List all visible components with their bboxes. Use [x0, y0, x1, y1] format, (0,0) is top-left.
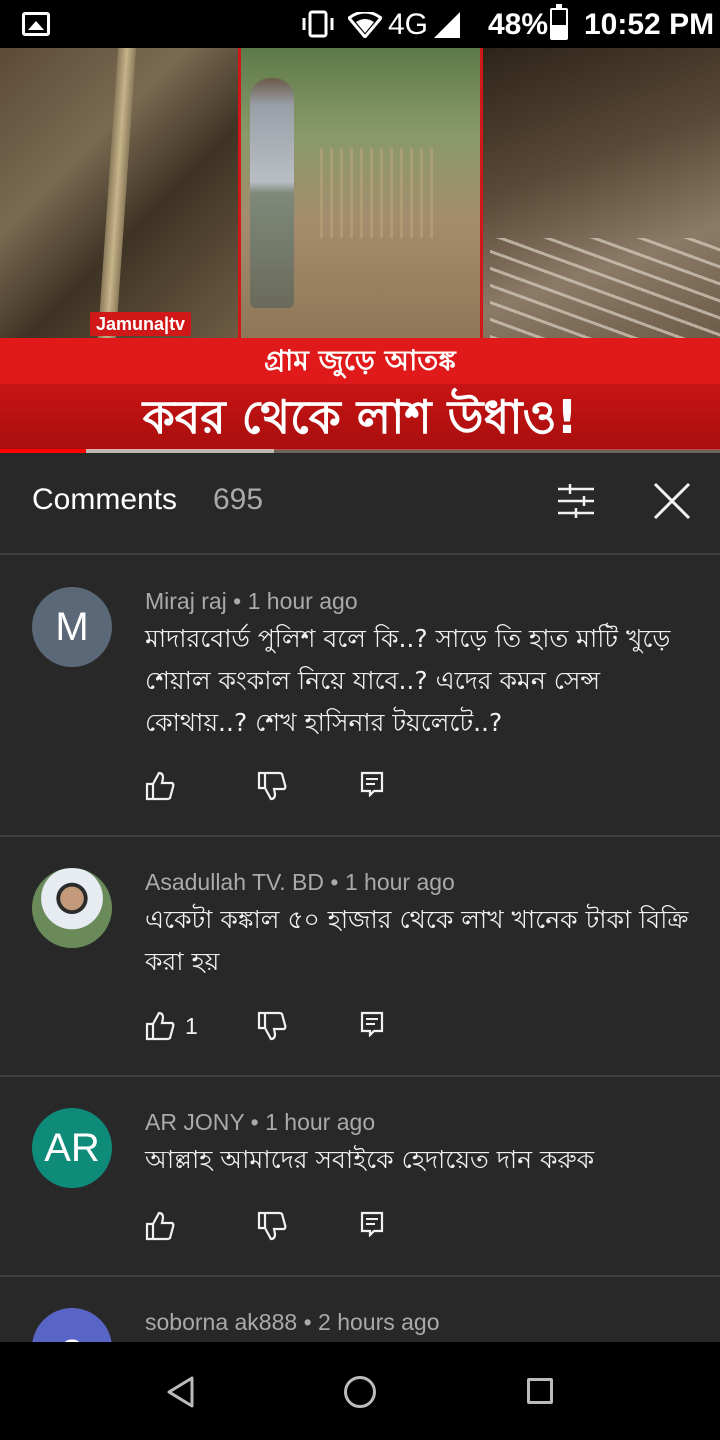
headline-big: কবর থেকে লাশ উধাও! — [0, 384, 720, 450]
comments-count: 695 — [213, 483, 264, 516]
comment-item: M Miraj raj • 1 hour ago মাদারবোর্ড পুলি… — [0, 557, 720, 837]
navigation-bar — [0, 1342, 720, 1440]
person-figure — [250, 78, 294, 308]
channel-logo: Jamuna|tv — [90, 312, 192, 336]
avatar[interactable]: s — [32, 1308, 112, 1342]
comment-meta: Miraj raj • 1 hour ago — [145, 588, 358, 614]
comment-time: 1 hour ago — [247, 588, 358, 614]
reply-icon[interactable] — [360, 1211, 384, 1237]
dislike-icon[interactable] — [257, 1011, 287, 1041]
comment-meta: AR JONY • 1 hour ago — [145, 1109, 376, 1135]
comment-actions — [145, 771, 445, 803]
gallery-icon — [22, 12, 50, 36]
comment-author[interactable]: AR JONY — [145, 1109, 244, 1135]
comment-author[interactable]: Asadullah TV. BD — [145, 869, 324, 895]
comment-item: Asadullah TV. BD • 1 hour ago একেটা কঙ্ক… — [0, 837, 720, 1077]
close-icon[interactable] — [652, 481, 692, 521]
avatar[interactable] — [32, 868, 112, 948]
comment-meta: Asadullah TV. BD • 1 hour ago — [145, 869, 455, 895]
comment-text: মাদারবোর্ড পুলিশ বলে কি..? সাড়ে তি হাত … — [145, 624, 671, 737]
headline-small: গ্রাম জুড়ে আতঙ্ক — [0, 338, 720, 384]
status-bar: 4G 48% 10:52 PM — [0, 0, 720, 48]
sort-filter-icon[interactable] — [556, 481, 596, 521]
battery-percent: 48% — [488, 8, 549, 41]
fence — [320, 148, 440, 238]
comment-author[interactable]: soborna ak888 — [145, 1309, 297, 1335]
battery-icon — [550, 4, 568, 40]
vibrate-icon — [302, 10, 334, 38]
dislike-icon[interactable] — [257, 1211, 287, 1241]
comment-text: আল্লাহ আমাদের সবাইকে হেদায়েত দান করুক — [145, 1145, 595, 1174]
comment-item: s soborna ak888 • 2 hours ago — [0, 1277, 720, 1342]
comment-time: 1 hour ago — [344, 869, 455, 895]
comment-author[interactable]: Miraj raj — [145, 588, 227, 614]
signal-icon — [434, 12, 460, 38]
sticks — [490, 238, 720, 338]
like-icon[interactable] — [145, 771, 175, 801]
like-icon[interactable] — [145, 1211, 175, 1241]
comment-time: 1 hour ago — [265, 1109, 376, 1135]
comments-title: Comments — [32, 483, 178, 516]
home-icon[interactable] — [344, 1376, 376, 1408]
network-type: 4G — [388, 8, 429, 41]
comment-actions — [145, 1211, 445, 1243]
avatar[interactable]: M — [32, 587, 112, 667]
like-count: 1 — [185, 1013, 198, 1039]
reply-icon[interactable] — [360, 771, 384, 797]
recents-icon[interactable] — [527, 1378, 553, 1404]
video-player[interactable]: Jamuna|tv গ্রাম জুড়ে আতঙ্ক কবর থেকে লাশ… — [0, 48, 720, 453]
comment-item: AR AR JONY • 1 hour ago আল্লাহ আমাদের সব… — [0, 1077, 720, 1277]
comment-meta: soborna ak888 • 2 hours ago — [145, 1309, 440, 1335]
like-icon[interactable] — [145, 1011, 175, 1041]
avatar[interactable]: AR — [32, 1108, 112, 1188]
dislike-icon[interactable] — [257, 771, 287, 801]
comment-time: 2 hours ago — [318, 1309, 440, 1335]
clock: 10:52 PM — [584, 8, 715, 41]
comment-text: একেটা কঙ্কাল ৫০ হাজার থেকে লাখ খানেক টাক… — [145, 905, 689, 976]
back-icon[interactable] — [166, 1376, 196, 1408]
comment-actions: 1 — [145, 1011, 445, 1043]
comments-header: Comments 695 — [0, 453, 720, 555]
reply-icon[interactable] — [360, 1011, 384, 1037]
video-frame-left — [0, 48, 238, 338]
wifi-icon — [348, 12, 382, 38]
